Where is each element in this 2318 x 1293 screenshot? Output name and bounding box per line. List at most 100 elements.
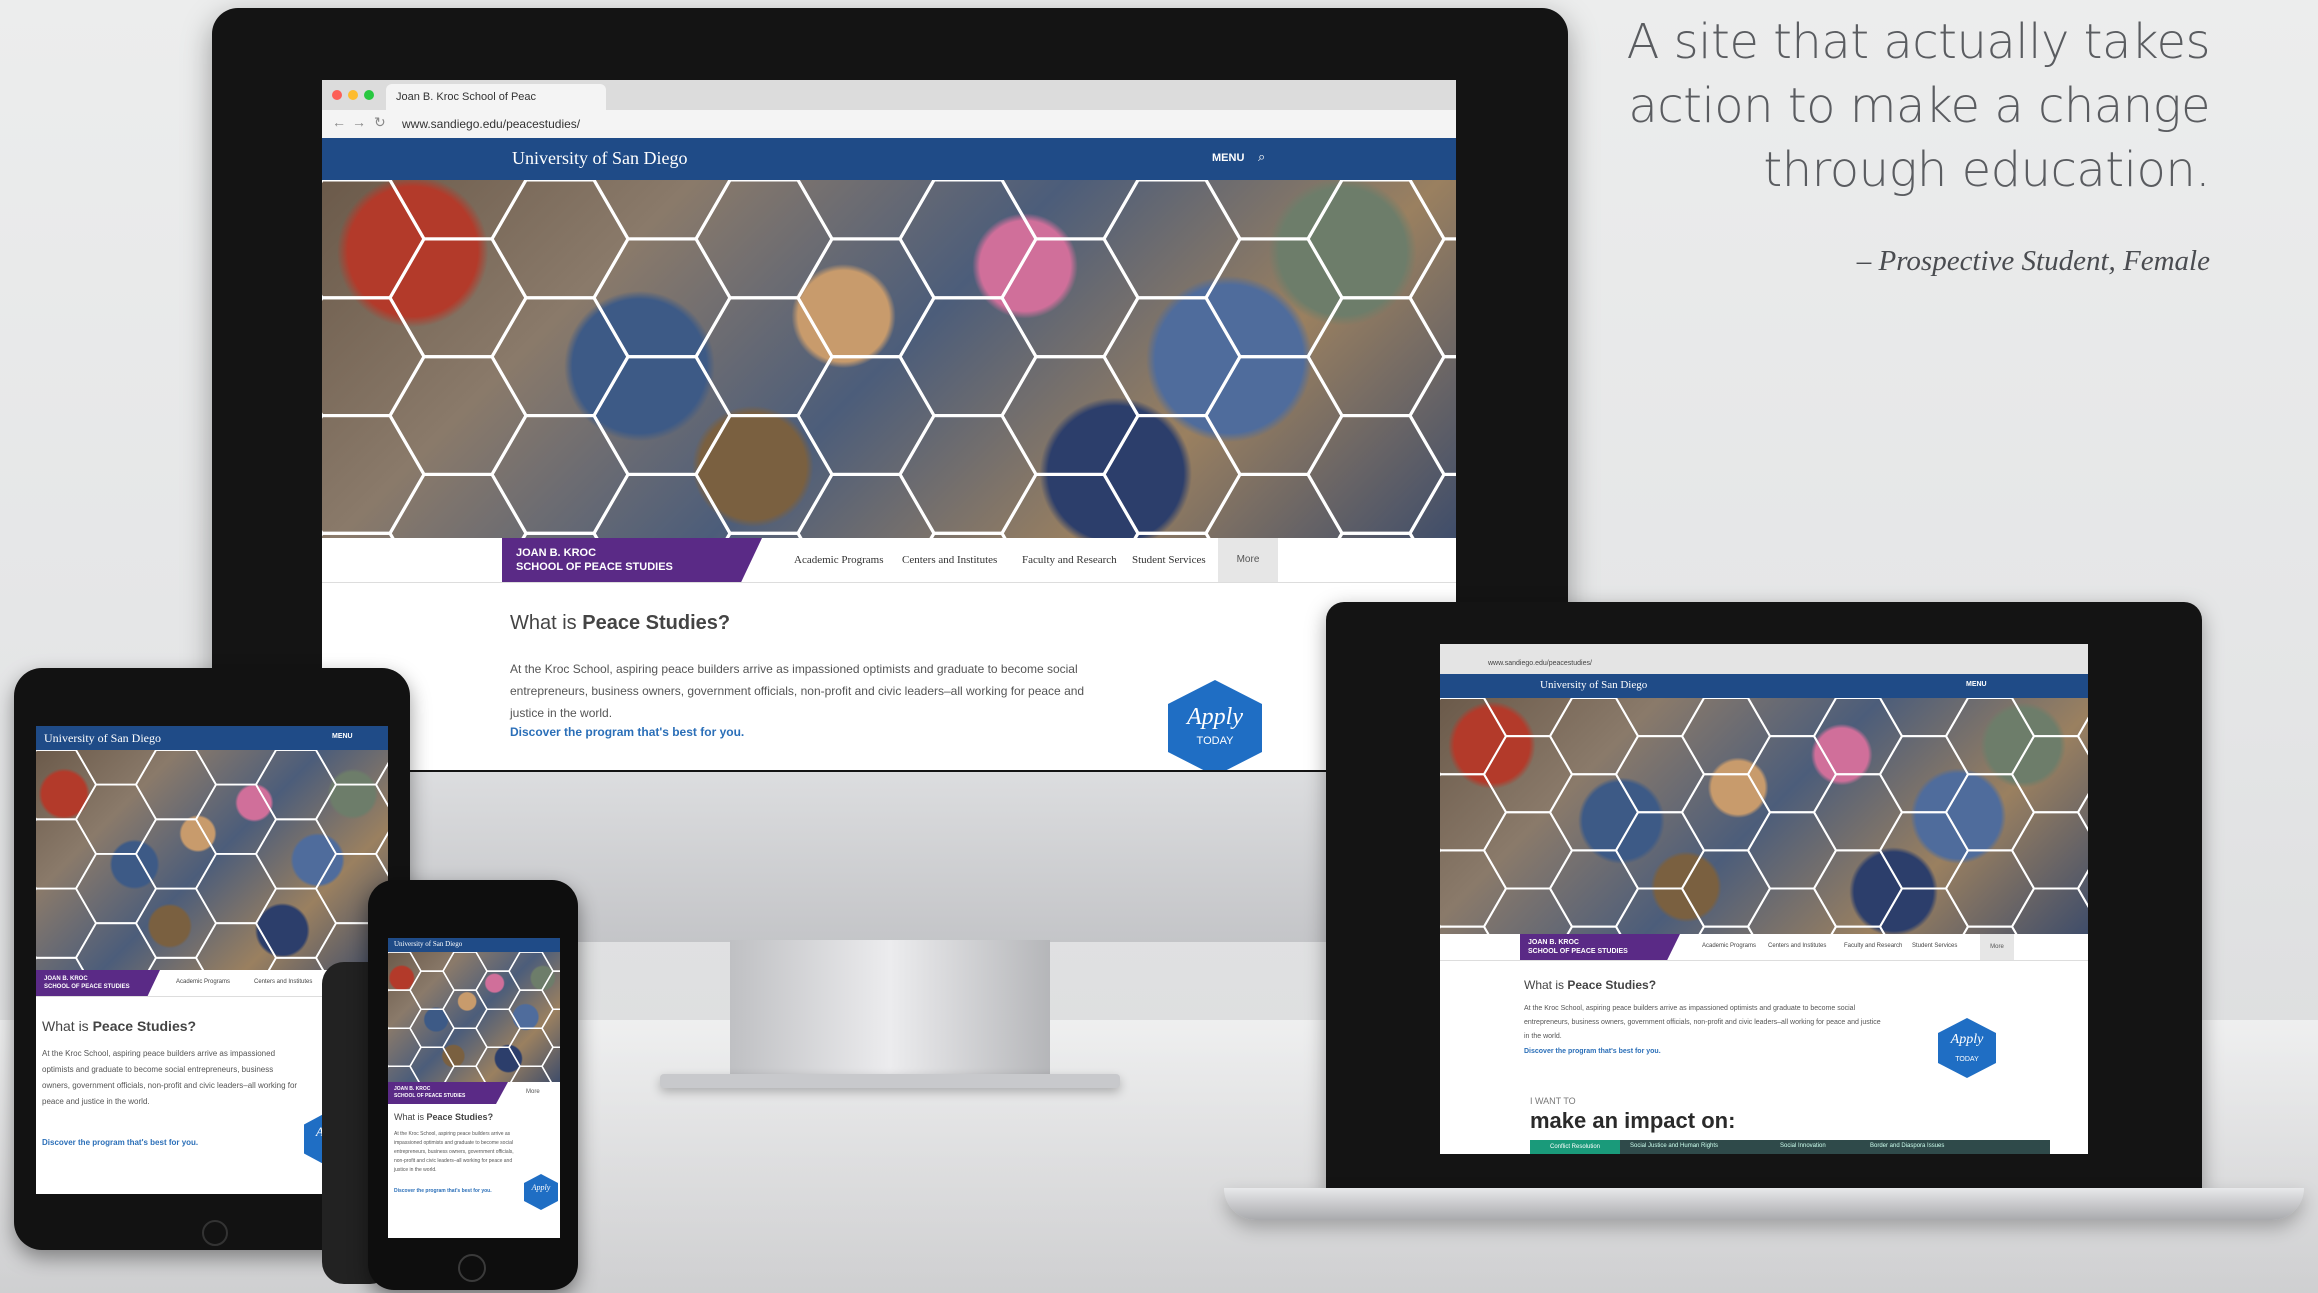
hex-photo-cell	[1812, 698, 1904, 776]
impact-tab-conflict[interactable]: Conflict Resolution	[1530, 1140, 1620, 1154]
hex-photo-cell	[1306, 414, 1446, 535]
hex-photo-cell	[254, 887, 338, 959]
hex-photo-cell	[2010, 811, 2088, 890]
apply-button[interactable]: Apply TODAY	[1168, 680, 1262, 770]
hex-photo-cell	[1408, 237, 1456, 359]
laptop-subnav-centers[interactable]: Centers and Institutes	[1768, 943, 1826, 949]
hex-photo-cell	[592, 237, 732, 359]
subnav-academic[interactable]: Academic Programs	[794, 554, 884, 566]
usd-logo[interactable]: University of San Diego	[512, 148, 687, 169]
phone-heading: What is Peace Studies?	[394, 1112, 493, 1122]
phone-logo[interactable]: University of San Diego	[394, 940, 462, 948]
hex-photo-cell	[254, 750, 338, 821]
hex-photo-cell	[388, 472, 528, 538]
browser-tab[interactable]: Joan B. Kroc School of Peac	[386, 84, 606, 110]
hex-photo-cell	[508, 1027, 554, 1068]
laptop-url[interactable]: www.sandiego.edu/peacestudies/	[1488, 660, 1592, 667]
impact-tab-border[interactable]: Border and Diaspora Issues	[1870, 1143, 1944, 1149]
hex-photo-cell	[1482, 698, 1574, 738]
laptop-subnav-student[interactable]: Student Services	[1912, 943, 1957, 949]
hex-photo-cell	[388, 1027, 422, 1068]
tablet-logo[interactable]: University of San Diego	[44, 731, 161, 746]
menu-button[interactable]: MENU	[1212, 152, 1244, 164]
url-text[interactable]: www.sandiego.edu/peacestudies/	[402, 117, 580, 131]
laptop-school-line2: SCHOOL of PEACE STUDIES	[1528, 948, 1628, 955]
laptop-apply-button[interactable]: Apply TODAY	[1938, 1018, 1996, 1078]
phone-school-badge[interactable]: JOAN B. KROC SCHOOL of PEACE STUDIES	[388, 1082, 508, 1104]
hex-photo-cell	[409, 970, 455, 1010]
forward-icon[interactable]: →	[352, 114, 366, 130]
address-bar[interactable]: ← → ↻ www.sandiego.edu/peacestudies/	[322, 110, 1456, 139]
hex-photo-cell	[2076, 792, 2088, 832]
maximize-dot-icon[interactable]	[364, 90, 374, 100]
laptop-discover-link[interactable]: Discover the program that's best for you…	[1524, 1048, 1661, 1055]
hex-photo-cell	[1878, 887, 1970, 934]
hex-photo-cell	[1680, 698, 1772, 776]
phone-heading-bold: Peace Studies?	[426, 1112, 494, 1122]
hex-photo-cell	[475, 1008, 521, 1049]
laptop-browser-chrome: www.sandiego.edu/peacestudies/	[1440, 644, 2088, 674]
school-subnav: JOAN B. KROC SCHOOL of PEACE STUDIES Aca…	[322, 538, 1456, 583]
hex-photo-cell	[134, 887, 218, 959]
hex-photo-cell	[1440, 925, 1490, 934]
hex-photo-cell	[147, 956, 205, 970]
reload-icon[interactable]: ↻	[374, 114, 386, 131]
close-dot-icon[interactable]	[332, 90, 342, 100]
tablet-menu[interactable]: MENU	[332, 733, 353, 740]
laptop-logo[interactable]: University of San Diego	[1540, 679, 1647, 691]
laptop-school-badge[interactable]: JOAN B. KROC SCHOOL of PEACE STUDIES	[1520, 934, 1680, 960]
back-icon[interactable]: ←	[332, 114, 346, 130]
minimize-dot-icon[interactable]	[348, 90, 358, 100]
hex-photo-cell	[1482, 811, 1574, 890]
impact-tabs: Conflict Resolution Social Justice and H…	[1530, 1140, 2050, 1154]
impact-tab-justice[interactable]: Social Justice and Human Rights	[1630, 1143, 1718, 1149]
hex-photo-cell	[74, 783, 158, 855]
phone-school-line1: JOAN B. KROC	[394, 1086, 431, 1092]
subnav-faculty[interactable]: Faculty and Research	[1022, 554, 1117, 566]
hex-photo-cell	[694, 296, 834, 418]
hex-photo-cell	[314, 750, 388, 786]
laptop-subnav-faculty[interactable]: Faculty and Research	[1844, 943, 1902, 949]
search-icon[interactable]: ⌕	[1258, 149, 1265, 165]
subnav-centers[interactable]: Centers and Institutes	[902, 554, 997, 566]
hex-photo-cell	[2076, 716, 2088, 756]
tablet-subnav-centers[interactable]: Centers and Institutes	[254, 979, 312, 985]
laptop-subnav-academic[interactable]: Academic Programs	[1702, 943, 1756, 949]
hex-photo-cell	[541, 952, 560, 972]
tablet-subnav-academic[interactable]: Academic Programs	[176, 979, 230, 985]
tablet-navbar: University of San Diego MENU	[36, 726, 388, 750]
hex-photo-cell	[388, 989, 422, 1029]
tablet-discover-link[interactable]: Discover the program that's best for you…	[42, 1138, 198, 1147]
hex-photo-cell	[796, 355, 936, 476]
hex-photo-cell	[694, 180, 834, 300]
school-badge[interactable]: JOAN B. KROC SCHOOL of PEACE STUDIES	[502, 538, 762, 582]
impact-tab-innovation[interactable]: Social Innovation	[1780, 1143, 1826, 1149]
laptop-navbar: University of San Diego MENU	[1440, 674, 2088, 698]
discover-link[interactable]: Discover the program that's best for you…	[510, 725, 744, 739]
laptop-menu[interactable]: MENU	[1966, 681, 1987, 688]
tablet-home-button[interactable]	[202, 1220, 228, 1246]
hex-photo-cell	[1000, 472, 1140, 538]
hex-photo-cell	[36, 956, 85, 970]
hex-photo-cell	[1962, 925, 2018, 934]
hex-photo-cell	[1482, 887, 1574, 934]
hex-photo-cell	[1000, 180, 1140, 241]
hex-photo-cell	[1548, 773, 1640, 852]
hex-photo-cell	[1878, 735, 1970, 814]
hex-photo-cell	[36, 750, 98, 821]
subnav-more[interactable]: More	[1218, 538, 1278, 582]
laptop-subnav-more[interactable]: More	[1980, 934, 2014, 960]
hex-photo-cell	[36, 818, 98, 890]
phone-more[interactable]: More	[526, 1089, 540, 1095]
hex-photo-cell	[1548, 849, 1640, 928]
phone-home-button[interactable]	[458, 1254, 486, 1282]
hex-photo-cell	[1102, 180, 1242, 300]
subnav-student-services[interactable]: Student Services	[1132, 554, 1206, 566]
content-heading: What is Peace Studies?	[510, 612, 730, 635]
tablet-school-badge[interactable]: JOAN B. KROC SCHOOL of PEACE STUDIES	[36, 970, 160, 996]
phone-apply-button[interactable]: Apply	[524, 1174, 558, 1210]
phone-discover-link[interactable]: Discover the program that's best for you…	[394, 1188, 492, 1194]
hex-photo-cell	[508, 989, 554, 1029]
hex-photo-cell	[134, 750, 218, 821]
site-navbar: University of San Diego MENU ⌕	[322, 138, 1456, 180]
